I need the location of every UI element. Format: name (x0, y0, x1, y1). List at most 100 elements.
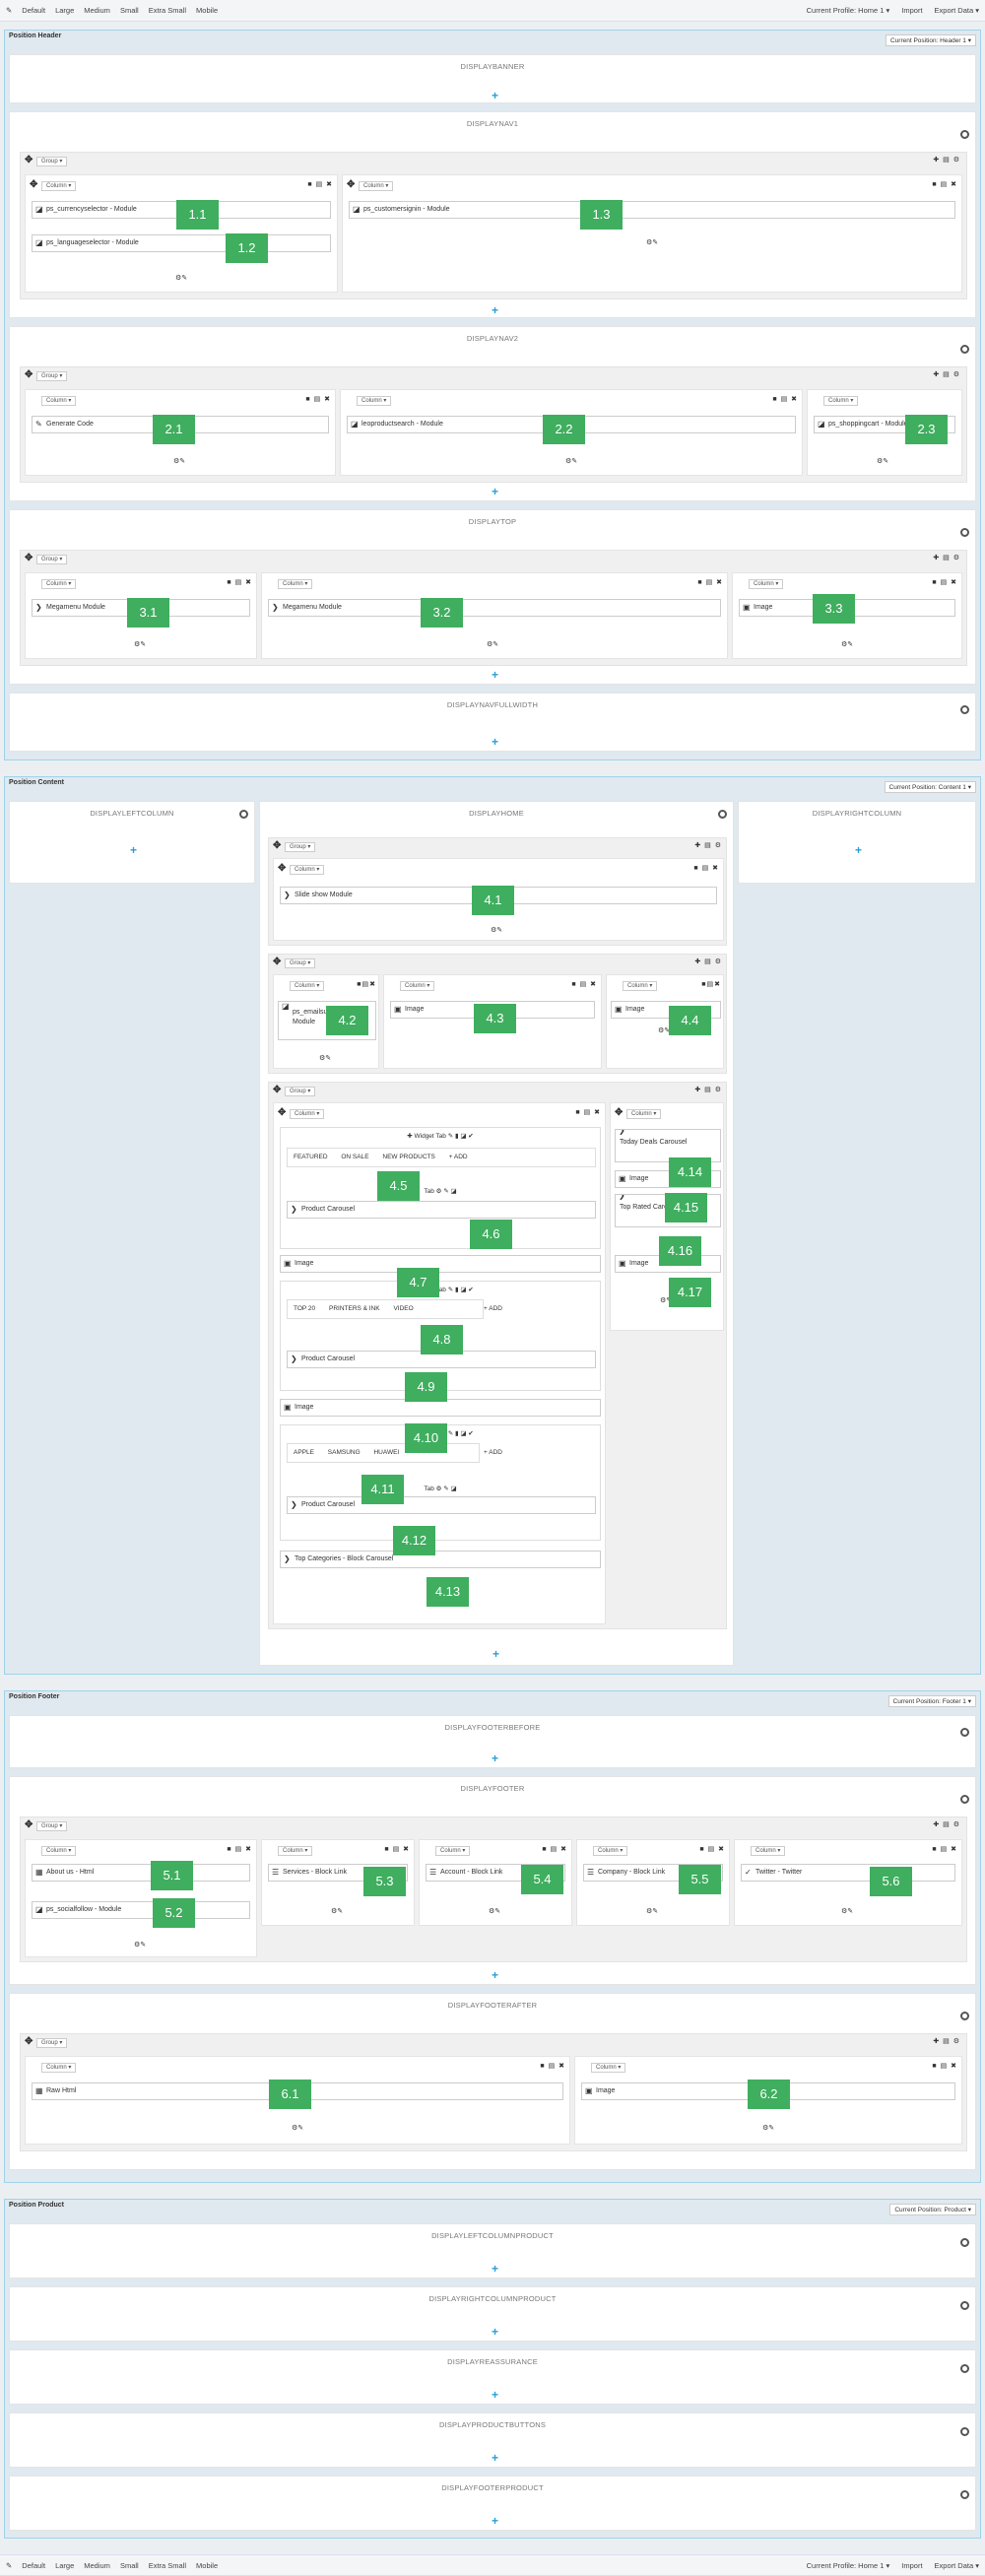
add-group-button[interactable]: + (492, 736, 498, 748)
column-edit-icon[interactable]: ⚙✎ (489, 1907, 500, 1915)
column-actions-icon[interactable]: ■ ▤ ✖ (575, 1108, 601, 1116)
tab-item[interactable]: VIDEO (393, 1305, 413, 1312)
column-edit-icon[interactable]: ⚙✎ (841, 640, 853, 648)
add-group-button[interactable]: + (130, 844, 137, 856)
add-group-button[interactable]: + (492, 669, 498, 681)
column-actions-icon[interactable]: ■ ▤ ✖ (699, 1845, 725, 1853)
column-actions-icon[interactable]: ■ ▤ ✖ (932, 180, 957, 188)
module-item[interactable]: ❯ Product Carousel (287, 1201, 596, 1219)
import-button[interactable]: Import (901, 2561, 922, 2570)
gear-icon[interactable] (960, 2301, 969, 2310)
tab-item[interactable]: FEATURED (294, 1154, 328, 1160)
device-mobile[interactable]: Mobile (196, 2561, 218, 2570)
device-default[interactable]: Default (22, 2561, 45, 2570)
column-dropdown[interactable]: Column ▾ (290, 981, 325, 991)
device-medium[interactable]: Medium (84, 6, 110, 15)
group-actions-icon[interactable]: ✚ ▤ ⚙ (694, 958, 722, 965)
group-dropdown[interactable]: Group ▾ (36, 1821, 68, 1831)
tab-item[interactable]: ON SALE (341, 1154, 368, 1160)
add-group-button[interactable]: + (492, 486, 498, 497)
add-group-button[interactable]: + (492, 1752, 498, 1764)
gear-icon[interactable] (960, 2427, 969, 2436)
position-dropdown[interactable]: Current Position: Product ▾ (889, 2204, 976, 2215)
column-edit-icon[interactable]: ⚙✎ (762, 2124, 774, 2132)
column-edit-icon[interactable]: ⚙✎ (292, 2124, 303, 2132)
move-icon[interactable]: ✥ (273, 841, 281, 851)
move-icon[interactable]: ✥ (25, 156, 33, 165)
move-icon[interactable]: ✥ (347, 180, 355, 190)
column-dropdown[interactable]: Column ▾ (357, 396, 392, 406)
device-medium[interactable]: Medium (84, 2561, 110, 2570)
column-edit-icon[interactable]: ⚙✎ (134, 640, 146, 648)
column-dropdown[interactable]: Column ▾ (41, 579, 77, 589)
group-actions-icon[interactable]: ✚ ▤ ⚙ (933, 2037, 960, 2045)
column-actions-icon[interactable]: ■ ▤ ✖ (693, 864, 719, 872)
tab-item[interactable]: TOP 20 (294, 1305, 315, 1312)
gear-icon[interactable] (960, 130, 969, 139)
module-item[interactable]: ✓ Twitter - Twitter (741, 1864, 955, 1882)
column-actions-icon[interactable]: ■ ▤ ✖ (305, 395, 331, 403)
position-dropdown[interactable]: Current Position: Header 1 ▾ (885, 34, 976, 46)
column-edit-icon[interactable]: ⚙✎ (646, 1907, 658, 1915)
add-group-button[interactable]: + (492, 2452, 498, 2464)
column-actions-icon[interactable]: ■▤✖ (357, 980, 376, 988)
group-dropdown[interactable]: Group ▾ (285, 1087, 316, 1096)
column-dropdown[interactable]: Column ▾ (623, 981, 658, 991)
column-dropdown[interactable]: Column ▾ (278, 579, 313, 589)
tab-item[interactable]: PRINTERS & INK (329, 1305, 380, 1312)
export-button[interactable]: Export Data ▾ (935, 6, 979, 15)
add-group-button[interactable]: + (492, 90, 498, 101)
add-group-button[interactable]: + (492, 2263, 498, 2275)
gear-icon[interactable] (960, 345, 969, 354)
column-edit-icon[interactable]: ⚙✎ (841, 1907, 853, 1915)
column-actions-icon[interactable]: ■ ▤ ✖ (772, 395, 798, 403)
position-dropdown[interactable]: Current Position: Footer 1 ▾ (887, 1695, 976, 1707)
column-dropdown[interactable]: Column ▾ (435, 1846, 471, 1856)
column-dropdown[interactable]: Column ▾ (749, 579, 784, 589)
export-button[interactable]: Export Data ▾ (935, 2561, 979, 2570)
column-dropdown[interactable]: Column ▾ (290, 1109, 325, 1119)
move-icon[interactable]: ✥ (615, 1108, 623, 1118)
column-edit-icon[interactable]: ⚙✎ (491, 926, 502, 934)
move-icon[interactable]: ✥ (273, 958, 281, 967)
column-dropdown[interactable]: Column ▾ (359, 181, 394, 191)
column-actions-icon[interactable]: ■ ▤ ✖ (227, 578, 252, 586)
column-actions-icon[interactable]: ■ ▤ ✖ (697, 578, 723, 586)
gear-icon[interactable] (960, 705, 969, 714)
group-dropdown[interactable]: Group ▾ (285, 842, 316, 852)
group-dropdown[interactable]: Group ▾ (36, 371, 68, 381)
group-dropdown[interactable]: Group ▾ (36, 555, 68, 564)
device-mobile[interactable]: Mobile (196, 6, 218, 15)
column-edit-icon[interactable]: ⚙✎ (487, 640, 498, 648)
column-dropdown[interactable]: Column ▾ (41, 396, 77, 406)
move-icon[interactable]: ✥ (278, 864, 286, 874)
move-icon[interactable]: ✥ (25, 370, 33, 380)
column-edit-icon[interactable]: ⚙✎ (173, 457, 185, 465)
column-actions-icon[interactable]: ■ ▤ ✖ (542, 1845, 567, 1853)
column-dropdown[interactable]: Column ▾ (823, 396, 859, 406)
column-actions-icon[interactable]: ■ ▤ ✖ (227, 1845, 252, 1853)
gear-icon[interactable] (960, 2238, 969, 2247)
group-actions-icon[interactable]: ✚ ▤ ⚙ (933, 1820, 960, 1828)
group-actions-icon[interactable]: ✚ ▤ ⚙ (933, 156, 960, 164)
column-dropdown[interactable]: Column ▾ (41, 181, 77, 191)
column-edit-icon[interactable]: ⚙✎ (646, 238, 658, 246)
gear-icon[interactable] (960, 2012, 969, 2020)
pencil-icon[interactable]: ✎ (6, 6, 12, 15)
add-group-button[interactable]: + (492, 2389, 498, 2401)
gear-icon[interactable] (960, 2364, 969, 2373)
move-icon[interactable]: ✥ (25, 2037, 33, 2047)
column-actions-icon[interactable]: ■ ▤ ✖ (571, 980, 597, 988)
module-item[interactable]: ▦ About us - Html (32, 1864, 250, 1882)
device-default[interactable]: Default (22, 6, 45, 15)
pencil-icon[interactable]: ✎ (6, 2561, 12, 2570)
group-dropdown[interactable]: Group ▾ (36, 2038, 68, 2048)
module-item[interactable]: ◪ ps_customersignin - Module (349, 201, 955, 219)
add-group-button[interactable]: + (492, 304, 498, 316)
device-extra-small[interactable]: Extra Small (149, 2561, 186, 2570)
gear-icon[interactable] (960, 528, 969, 537)
column-edit-icon[interactable]: ⚙✎ (331, 1907, 343, 1915)
gear-icon[interactable] (239, 810, 248, 819)
add-group-button[interactable]: + (492, 1648, 499, 1660)
module-item[interactable]: ❯ Product Carousel (287, 1496, 596, 1514)
